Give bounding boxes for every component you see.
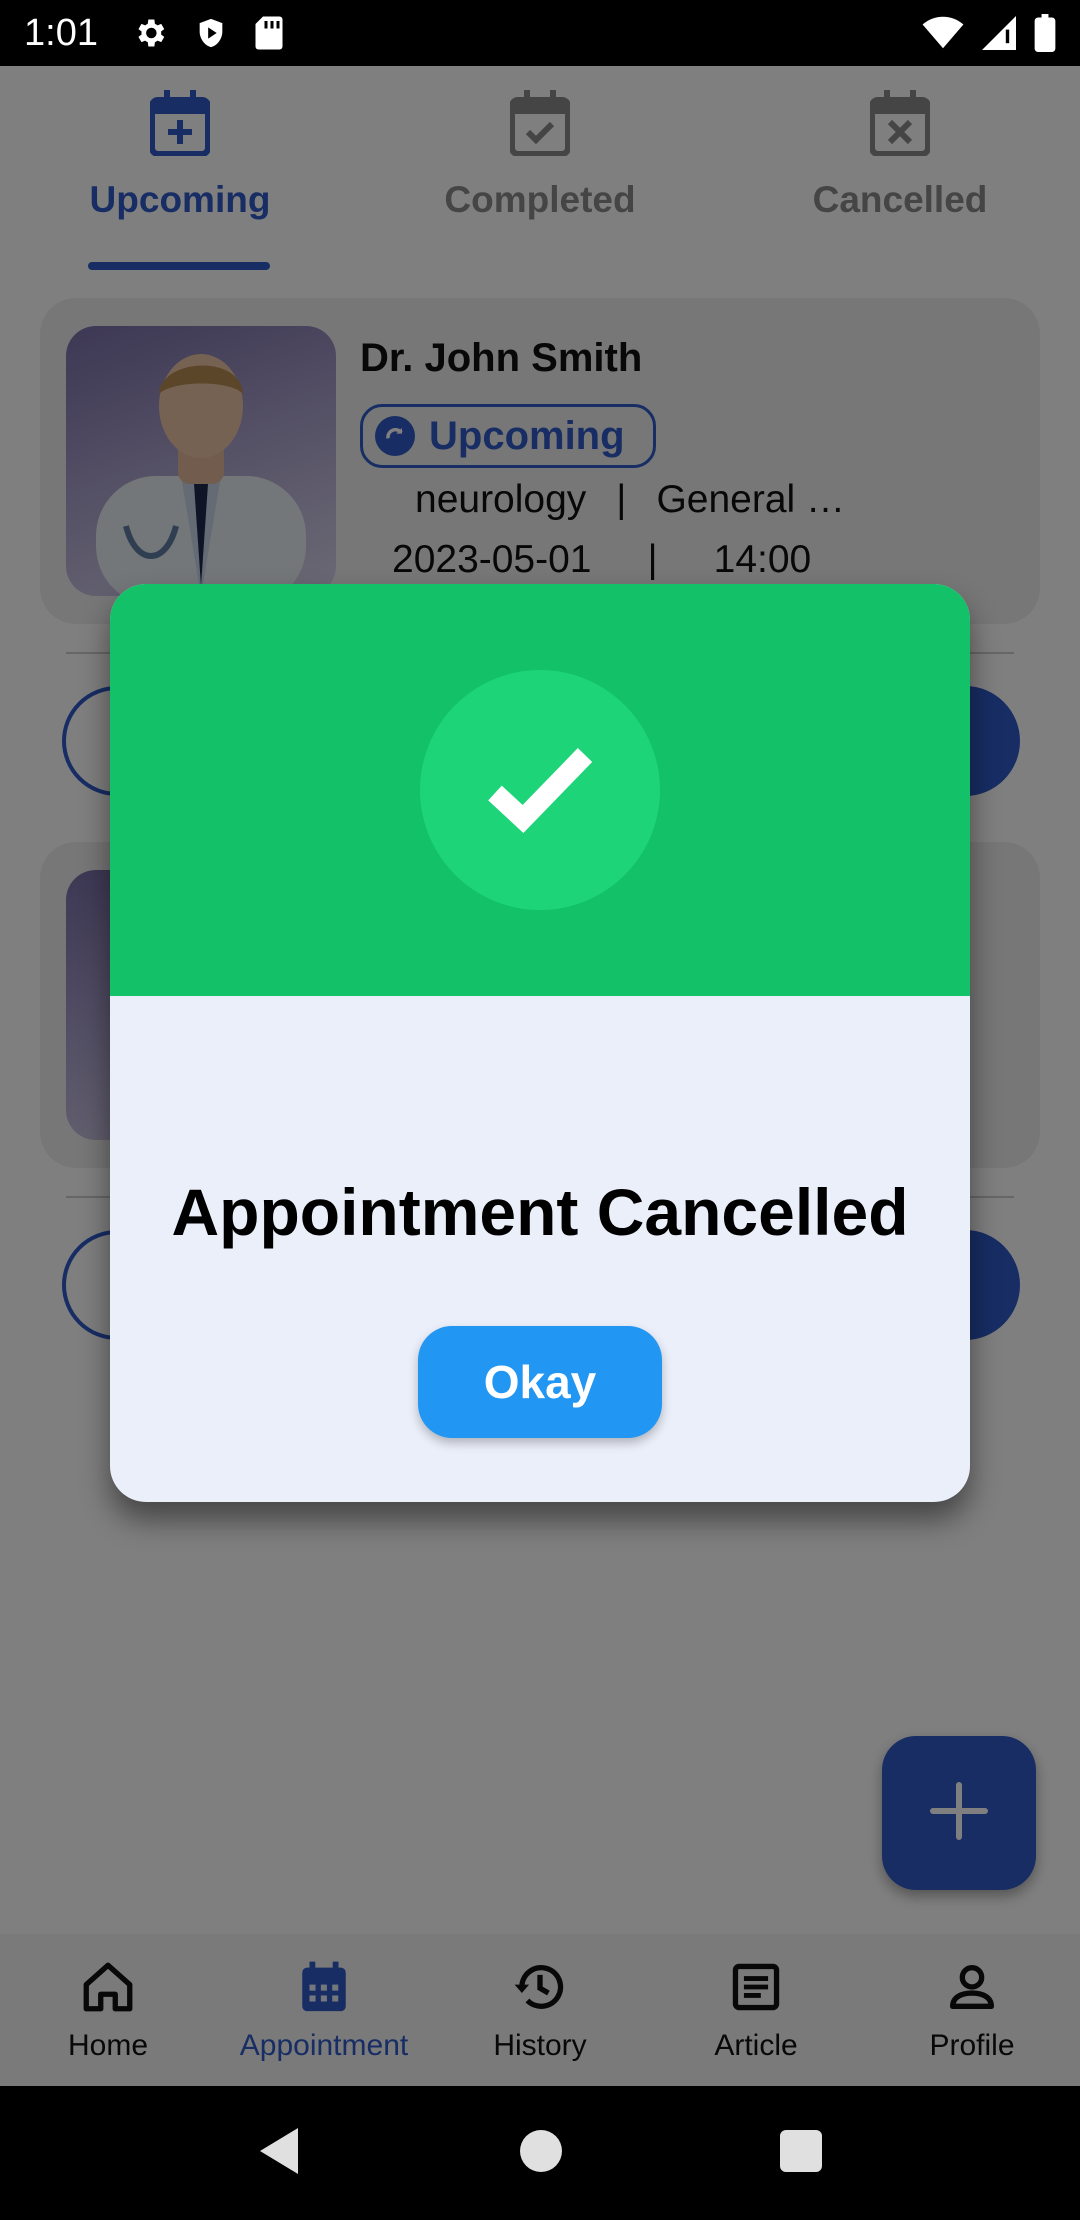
home-circle-icon[interactable] xyxy=(519,2129,563,2178)
battery-icon xyxy=(1034,14,1056,52)
back-icon[interactable] xyxy=(258,2126,302,2181)
sd-card-icon xyxy=(254,15,284,51)
shield-icon xyxy=(194,15,228,51)
okay-button[interactable]: Okay xyxy=(418,1326,662,1438)
dialog-title: Appointment Cancelled xyxy=(171,1175,909,1249)
system-navigation-bar xyxy=(0,2086,1080,2220)
recents-icon[interactable] xyxy=(779,2129,822,2177)
dialog-header xyxy=(110,584,970,996)
status-time: 1:01 xyxy=(24,11,98,54)
status-bar: 1:01 xyxy=(0,0,1080,66)
success-badge xyxy=(420,670,660,910)
wifi-icon xyxy=(922,16,964,50)
app-root: 1:01 Appointment Cancelled Okay xyxy=(0,0,1080,2220)
check-icon xyxy=(485,743,595,838)
signal-icon xyxy=(982,16,1016,50)
appointment-cancelled-dialog: Appointment Cancelled Okay xyxy=(110,584,970,1502)
gear-icon xyxy=(132,15,168,51)
